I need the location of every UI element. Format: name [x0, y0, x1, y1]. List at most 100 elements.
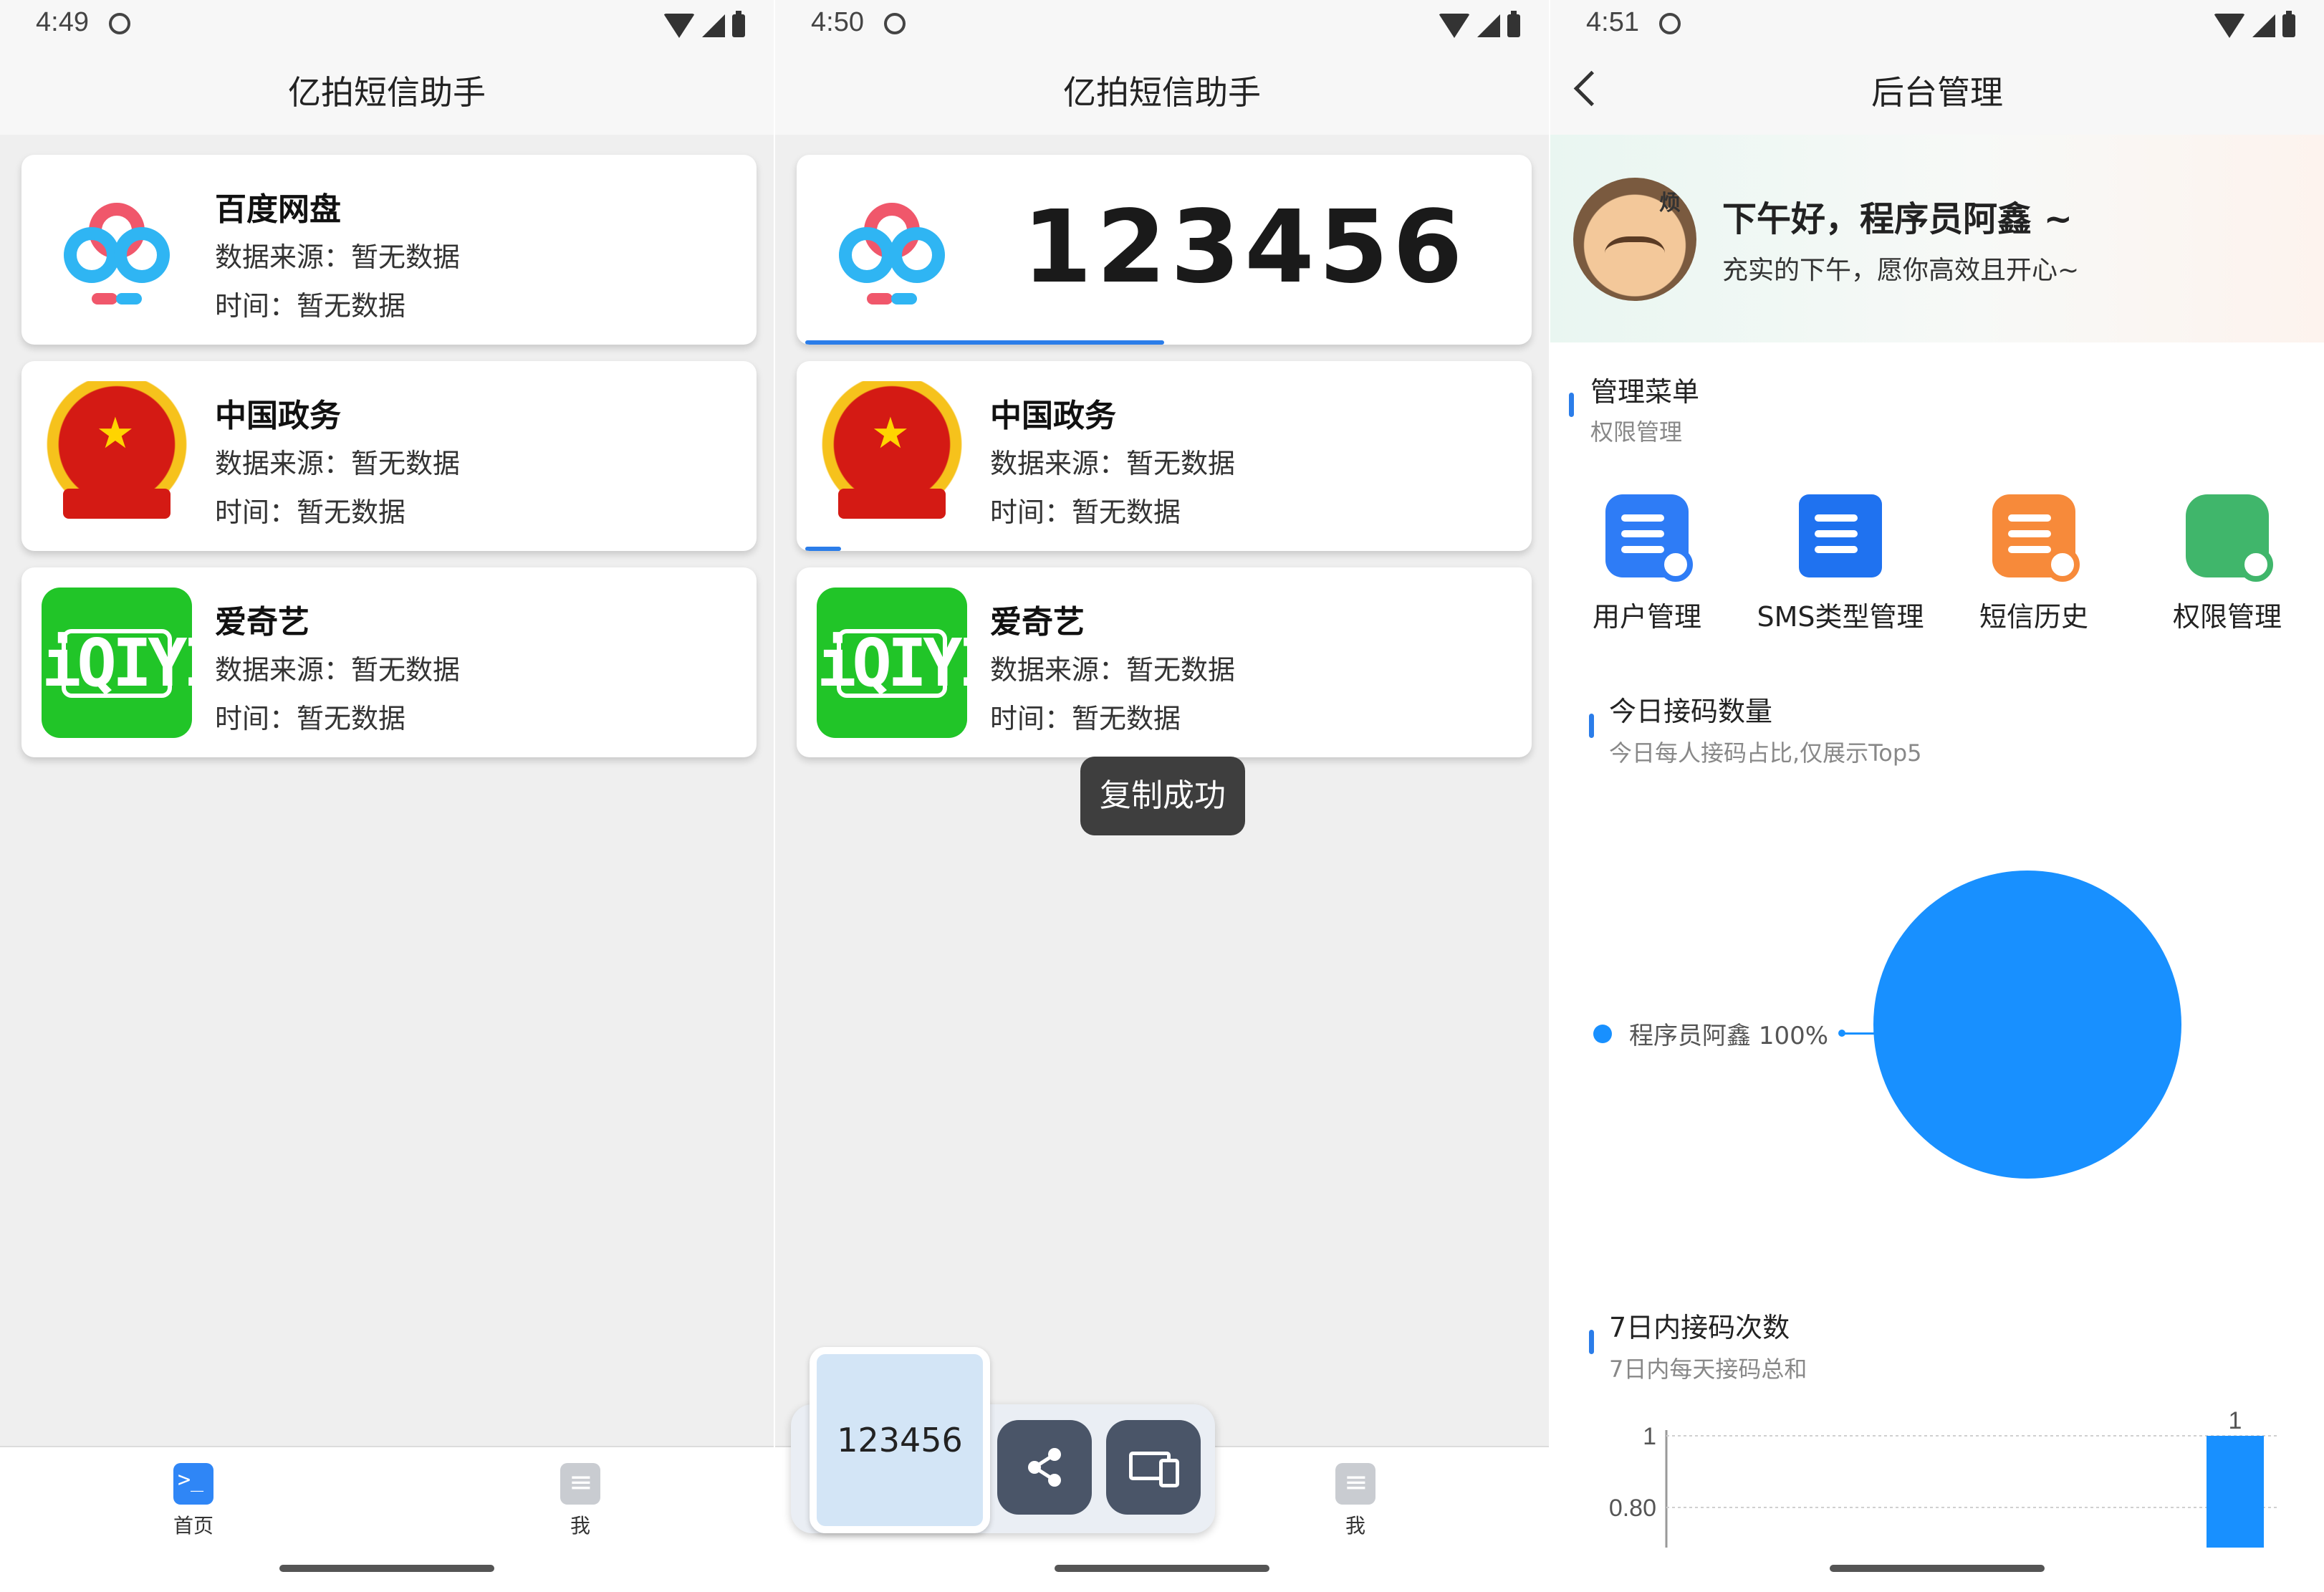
pie-legend-name: 程序员阿鑫 [1629, 1022, 1751, 1050]
bar-0[interactable] [2207, 1436, 2264, 1548]
greeting-subtitle: 充实的下午，愿你高效且开心~ [1722, 256, 2080, 285]
service-card-iqiyi[interactable]: iQIYI 爱奇艺 数据来源：暂无数据 时间：暂无数据 [21, 567, 757, 757]
week-section-title: 7日内接码次数 [1609, 1312, 1790, 1343]
pie-legend-dot [1593, 1025, 1612, 1043]
wifi-icon [1439, 14, 1470, 38]
card-source: 数据来源：暂无数据 [990, 448, 1236, 479]
service-card-baidu[interactable]: 百度网盘 数据来源：暂无数据 时间：暂无数据 [21, 155, 757, 345]
menu-label: 权限管理 [2172, 601, 2282, 633]
screen-home-1: 4:49 亿拍短信助手 百度网盘 数据来源：暂无数据 时间：暂无数据 ★ 中国政… [0, 0, 774, 1592]
share-button[interactable] [997, 1420, 1092, 1515]
pie-leader-line [1843, 1032, 1891, 1035]
phone-icon [1159, 1459, 1179, 1487]
section-marker [1589, 1330, 1594, 1354]
wifi-icon [2214, 14, 2245, 38]
iqiyi-logo-icon: iQIYI [817, 588, 998, 738]
greeting-card: 烦 下午好，程序员阿鑫 ~ 充实的下午，愿你高效且开心~ [1550, 135, 2324, 342]
sms-history-icon [1992, 494, 2080, 582]
app-header: 亿拍短信助手 [0, 50, 774, 135]
menu-user-management[interactable]: 用户管理 [1550, 494, 1744, 638]
card-name: 中国政务 [215, 398, 341, 434]
avatar-badge: 烦 [1659, 191, 1681, 216]
permission-icon [2186, 494, 2273, 582]
today-pie-chart [1873, 871, 2181, 1179]
today-section-title: 今日接码数量 [1609, 696, 1773, 727]
status-time: 4:51 [1586, 7, 1639, 37]
emblem-base [838, 489, 946, 519]
copy-success-toast: 复制成功 [1080, 757, 1245, 835]
card-time: 时间：暂无数据 [990, 703, 1181, 734]
wifi-icon [663, 14, 695, 38]
star-icon: ★ [96, 408, 135, 459]
home-indicator[interactable] [1055, 1565, 1269, 1572]
cell-signal-icon [2252, 14, 2275, 37]
today-section-subtitle: 今日每人接码占比,仅展示Top5 [1609, 739, 1922, 767]
menu-sms-type[interactable]: SMS类型管理 [1744, 494, 1937, 638]
menu-label: SMS类型管理 [1757, 601, 1924, 633]
bar-value-label: 1 [2229, 1407, 2242, 1434]
page-title: 后台管理 [1871, 73, 2003, 112]
page-title: 亿拍短信助手 [1063, 73, 1261, 112]
card-source: 数据来源：暂无数据 [215, 448, 461, 479]
baidu-netdisk-logo-icon [839, 203, 945, 305]
emblem-base [63, 489, 171, 519]
home-indicator[interactable] [279, 1565, 494, 1572]
send-to-device-button[interactable] [1106, 1420, 1201, 1515]
screen-admin: 4:51 后台管理 烦 下午好，程序员阿鑫 ~ 充实的下午，愿你高效且开心~ 管… [1550, 0, 2324, 1592]
pie-slice-0[interactable] [1873, 871, 2181, 1179]
notification-face-icon [884, 13, 906, 34]
card-source: 数据来源：暂无数据 [990, 654, 1236, 686]
user-management-icon [1605, 494, 1693, 582]
status-bar: 4:51 [1550, 0, 2324, 50]
code-timer-progress [805, 340, 1164, 345]
status-icons [2214, 11, 2295, 40]
home-indicator[interactable] [1830, 1565, 2045, 1572]
service-card-gov[interactable]: ★ 中国政务 数据来源：暂无数据 时间：暂无数据 [797, 361, 1532, 551]
menu-section-title: 管理菜单 [1590, 376, 1700, 408]
avatar[interactable]: 烦 [1573, 178, 1696, 301]
card-time: 时间：暂无数据 [215, 497, 406, 528]
menu-label: 短信历史 [1979, 601, 2088, 633]
card-time: 时间：暂无数据 [215, 703, 406, 734]
china-emblem-icon: ★ [42, 381, 192, 532]
verification-code[interactable]: 123456 [1022, 189, 1466, 306]
status-time: 4:49 [36, 7, 89, 37]
status-bar: 4:50 [775, 0, 1549, 50]
china-emblem-icon: ★ [817, 381, 967, 532]
service-card-iqiyi[interactable]: iQIYI 爱奇艺 数据来源：暂无数据 时间：暂无数据 [797, 567, 1532, 757]
week-bar-chart: 1 0.80 1 [1609, 1407, 2278, 1548]
card-source: 数据来源：暂无数据 [215, 654, 461, 686]
battery-icon [732, 11, 745, 37]
service-card-gov[interactable]: ★ 中国政务 数据来源：暂无数据 时间：暂无数据 [21, 361, 757, 551]
tab-me[interactable]: 我 [1162, 1447, 1549, 1548]
tab-label: 我 [570, 1514, 590, 1538]
menu-permission[interactable]: 权限管理 [2131, 494, 2324, 638]
section-marker [1589, 714, 1594, 738]
clipboard-preview-panel: 123456 [791, 1340, 1215, 1540]
baidu-netdisk-logo-icon [64, 203, 170, 305]
pie-legend-label: 程序员阿鑫 100% [1629, 1016, 1828, 1051]
menu-section-subtitle: 权限管理 [1590, 418, 1683, 446]
share-icon [1028, 1448, 1061, 1487]
card-name: 百度网盘 [215, 191, 341, 228]
clipboard-preview[interactable]: 123456 [810, 1347, 990, 1533]
cell-signal-icon [1477, 14, 1500, 37]
status-icons [1439, 11, 1520, 40]
document-settings-icon [1335, 1463, 1375, 1505]
card-name: 爱奇艺 [215, 604, 309, 641]
y-tick-label: 0.80 [1609, 1495, 1656, 1522]
card-timer-progress [805, 547, 842, 551]
document-settings-icon [560, 1463, 600, 1505]
page-title: 亿拍短信助手 [288, 73, 486, 112]
card-time: 时间：暂无数据 [990, 497, 1181, 528]
menu-sms-history[interactable]: 短信历史 [1937, 494, 2131, 638]
code-card-baidu[interactable]: 123456 [797, 155, 1532, 345]
y-tick-label: 1 [1643, 1423, 1656, 1450]
tab-home[interactable]: 首页 [0, 1447, 387, 1548]
battery-icon [2282, 11, 2295, 37]
tab-me[interactable]: 我 [387, 1447, 774, 1548]
iqiyi-logo-text: iQIYI [817, 625, 998, 701]
terminal-icon [173, 1463, 213, 1505]
card-name: 中国政务 [990, 398, 1116, 434]
card-time: 时间：暂无数据 [215, 290, 406, 322]
